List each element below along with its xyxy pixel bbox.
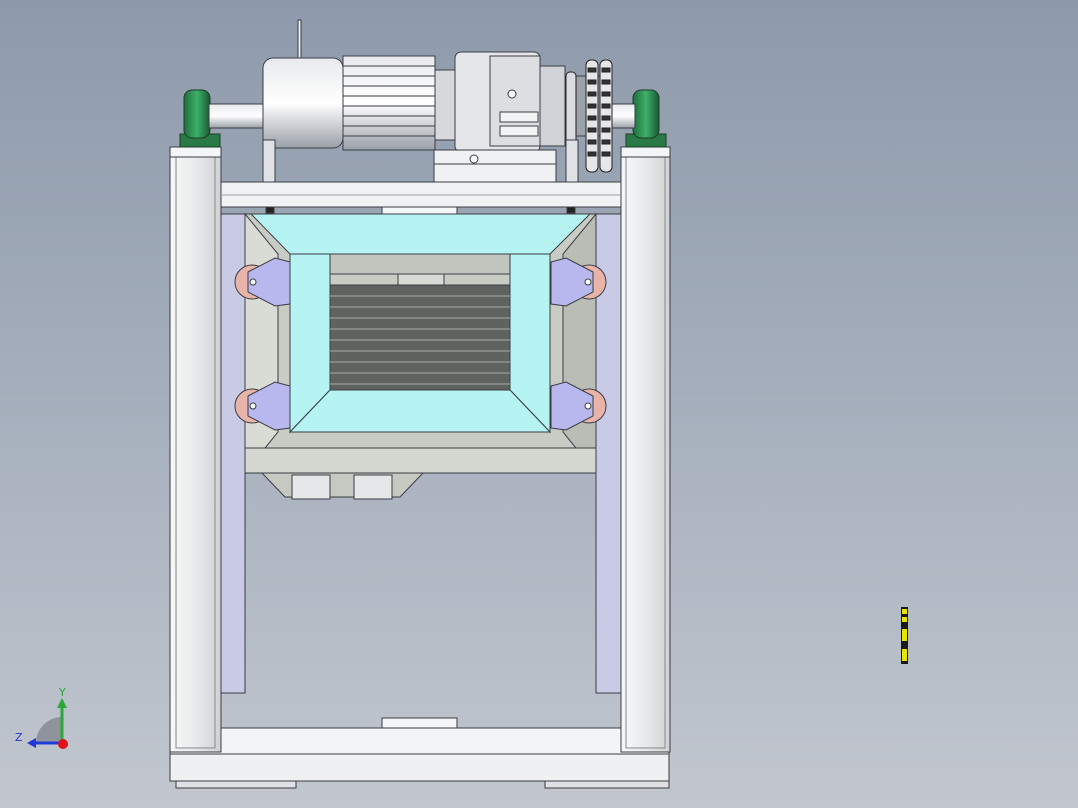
coordinate-triad: Y Z xyxy=(14,686,74,750)
z-axis-label: Z xyxy=(15,731,23,744)
slat-pack xyxy=(329,273,511,391)
assembly-drawing xyxy=(169,19,671,789)
yellow-marker-indicator xyxy=(901,607,908,664)
gear-motor xyxy=(262,19,606,183)
base-frame xyxy=(169,717,670,789)
cad-viewport[interactable]: Y Z xyxy=(0,0,1078,808)
y-axis-label: Y xyxy=(59,686,66,699)
top-crossbar xyxy=(220,181,622,215)
